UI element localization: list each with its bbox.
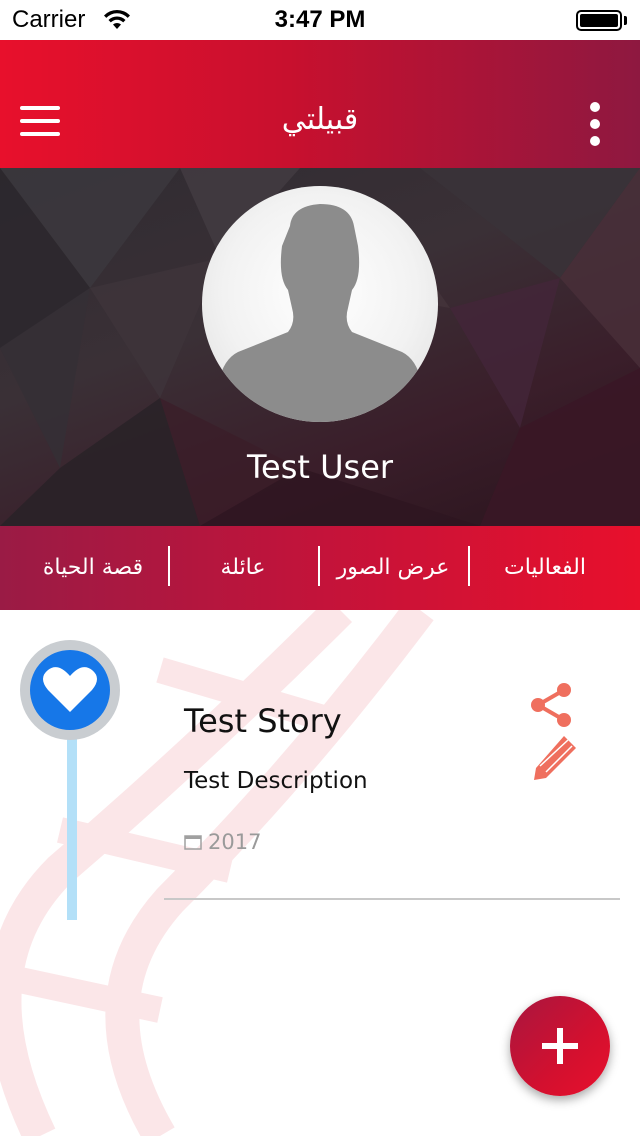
story-description: Test Description <box>184 768 368 794</box>
tab-divider <box>168 546 170 586</box>
person-silhouette-icon <box>218 204 422 422</box>
battery-icon <box>576 10 622 31</box>
app-bar: قبيلتي <box>0 40 640 168</box>
tab-life-story[interactable]: قصة الحياة <box>20 526 166 610</box>
tab-events[interactable]: الفعاليات <box>470 526 620 610</box>
share-icon[interactable] <box>528 682 574 728</box>
tab-divider <box>318 546 320 586</box>
heart-icon <box>43 667 97 712</box>
story-year: 2017 <box>208 830 262 854</box>
avatar[interactable] <box>202 186 438 422</box>
story-divider <box>164 898 620 900</box>
battery-tip <box>624 16 627 25</box>
pencil-icon[interactable] <box>530 734 578 782</box>
tab-photos[interactable]: عرض الصور <box>320 526 466 610</box>
app-title: قبيلتي <box>281 102 359 137</box>
calendar-icon <box>184 835 202 850</box>
story-title: Test Story <box>184 702 342 740</box>
tab-bar: الفعاليات عرض الصور عائلة قصة الحياة <box>0 526 640 610</box>
timeline-line <box>67 720 77 920</box>
user-name: Test User <box>246 448 394 486</box>
story-timeline: Test Story Test Description 2017 <box>0 610 640 1136</box>
tab-divider <box>468 546 470 586</box>
status-bar: Carrier 3:47 PM <box>0 0 640 40</box>
status-time: 3:47 PM <box>274 6 366 33</box>
timeline-node[interactable] <box>20 640 120 740</box>
tab-family[interactable]: عائلة <box>170 526 316 610</box>
profile-header: Test User <box>0 168 640 526</box>
add-story-button[interactable] <box>510 996 610 1096</box>
more-vertical-icon[interactable] <box>584 102 606 146</box>
plus-icon <box>542 1028 578 1064</box>
